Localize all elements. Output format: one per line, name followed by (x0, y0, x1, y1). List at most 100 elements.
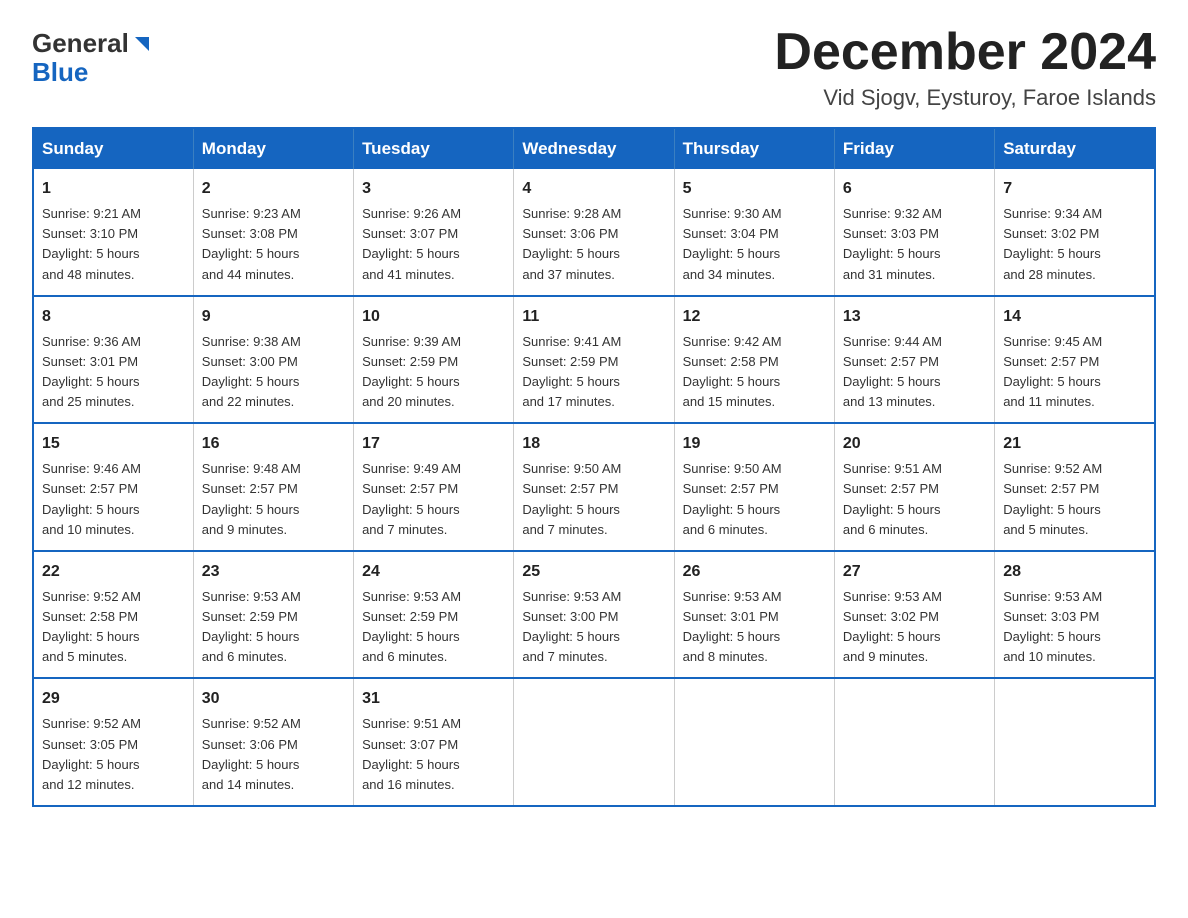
day-info: Sunrise: 9:53 AM Sunset: 3:03 PM Dayligh… (1003, 587, 1146, 668)
day-number: 17 (362, 432, 505, 456)
logo: General Blue (32, 24, 153, 88)
table-row: 17 Sunrise: 9:49 AM Sunset: 2:57 PM Dayli… (354, 423, 514, 551)
table-row: 10 Sunrise: 9:39 AM Sunset: 2:59 PM Dayli… (354, 296, 514, 424)
table-row: 29 Sunrise: 9:52 AM Sunset: 3:05 PM Dayli… (33, 678, 193, 806)
table-row: 22 Sunrise: 9:52 AM Sunset: 2:58 PM Dayli… (33, 551, 193, 679)
day-info: Sunrise: 9:51 AM Sunset: 2:57 PM Dayligh… (843, 459, 986, 540)
table-row: 5Sunrise: 9:30 AM Sunset: 3:04 PM Daylig… (674, 169, 834, 296)
day-number: 5 (683, 177, 826, 201)
day-info: Sunrise: 9:52 AM Sunset: 3:05 PM Dayligh… (42, 714, 185, 795)
col-tuesday: Tuesday (354, 128, 514, 169)
table-row: 31 Sunrise: 9:51 AM Sunset: 3:07 PM Dayli… (354, 678, 514, 806)
calendar-week-row: 8 Sunrise: 9:36 AM Sunset: 3:01 PM Daylig… (33, 296, 1155, 424)
day-number: 4 (522, 177, 665, 201)
table-row: 19 Sunrise: 9:50 AM Sunset: 2:57 PM Dayli… (674, 423, 834, 551)
table-row (995, 678, 1155, 806)
day-number: 9 (202, 305, 345, 329)
day-number: 16 (202, 432, 345, 456)
day-info: Sunrise: 9:53 AM Sunset: 3:00 PM Dayligh… (522, 587, 665, 668)
day-number: 11 (522, 305, 665, 329)
day-number: 22 (42, 560, 185, 584)
day-info: Sunrise: 9:34 AM Sunset: 3:02 PM Dayligh… (1003, 204, 1146, 285)
calendar-week-row: 15 Sunrise: 9:46 AM Sunset: 2:57 PM Dayli… (33, 423, 1155, 551)
day-info: Sunrise: 9:52 AM Sunset: 2:57 PM Dayligh… (1003, 459, 1146, 540)
logo-blue: Blue (32, 57, 88, 88)
day-number: 28 (1003, 560, 1146, 584)
day-info: Sunrise: 9:42 AM Sunset: 2:58 PM Dayligh… (683, 332, 826, 413)
page-header: General Blue December 2024 Vid Sjogv, Ey… (32, 24, 1156, 111)
day-info: Sunrise: 9:41 AM Sunset: 2:59 PM Dayligh… (522, 332, 665, 413)
day-number: 14 (1003, 305, 1146, 329)
table-row (674, 678, 834, 806)
day-info: Sunrise: 9:50 AM Sunset: 2:57 PM Dayligh… (683, 459, 826, 540)
day-number: 25 (522, 560, 665, 584)
day-number: 18 (522, 432, 665, 456)
table-row: 18 Sunrise: 9:50 AM Sunset: 2:57 PM Dayli… (514, 423, 674, 551)
day-number: 8 (42, 305, 185, 329)
day-number: 24 (362, 560, 505, 584)
calendar-body: 1Sunrise: 9:21 AM Sunset: 3:10 PM Daylig… (33, 169, 1155, 806)
day-info: Sunrise: 9:51 AM Sunset: 3:07 PM Dayligh… (362, 714, 505, 795)
day-number: 3 (362, 177, 505, 201)
day-number: 21 (1003, 432, 1146, 456)
day-number: 23 (202, 560, 345, 584)
table-row: 1Sunrise: 9:21 AM Sunset: 3:10 PM Daylig… (33, 169, 193, 296)
day-info: Sunrise: 9:28 AM Sunset: 3:06 PM Dayligh… (522, 204, 665, 285)
day-info: Sunrise: 9:48 AM Sunset: 2:57 PM Dayligh… (202, 459, 345, 540)
day-info: Sunrise: 9:52 AM Sunset: 2:58 PM Dayligh… (42, 587, 185, 668)
col-sunday: Sunday (33, 128, 193, 169)
day-info: Sunrise: 9:26 AM Sunset: 3:07 PM Dayligh… (362, 204, 505, 285)
table-row: 16 Sunrise: 9:48 AM Sunset: 2:57 PM Dayli… (193, 423, 353, 551)
table-row: 13Sunrise: 9:44 AM Sunset: 2:57 PM Dayli… (834, 296, 994, 424)
day-info: Sunrise: 9:53 AM Sunset: 2:59 PM Dayligh… (362, 587, 505, 668)
day-info: Sunrise: 9:49 AM Sunset: 2:57 PM Dayligh… (362, 459, 505, 540)
day-info: Sunrise: 9:36 AM Sunset: 3:01 PM Dayligh… (42, 332, 185, 413)
table-row (514, 678, 674, 806)
day-number: 12 (683, 305, 826, 329)
table-row: 8 Sunrise: 9:36 AM Sunset: 3:01 PM Daylig… (33, 296, 193, 424)
day-number: 27 (843, 560, 986, 584)
day-info: Sunrise: 9:39 AM Sunset: 2:59 PM Dayligh… (362, 332, 505, 413)
col-monday: Monday (193, 128, 353, 169)
day-info: Sunrise: 9:53 AM Sunset: 2:59 PM Dayligh… (202, 587, 345, 668)
day-number: 31 (362, 687, 505, 711)
month-title: December 2024 (774, 24, 1156, 81)
table-row: 3 Sunrise: 9:26 AM Sunset: 3:07 PM Daylig… (354, 169, 514, 296)
day-info: Sunrise: 9:23 AM Sunset: 3:08 PM Dayligh… (202, 204, 345, 285)
table-row: 6 Sunrise: 9:32 AM Sunset: 3:03 PM Daylig… (834, 169, 994, 296)
day-number: 1 (42, 177, 185, 201)
day-number: 19 (683, 432, 826, 456)
table-row: 24 Sunrise: 9:53 AM Sunset: 2:59 PM Dayli… (354, 551, 514, 679)
day-number: 30 (202, 687, 345, 711)
table-row: 2 Sunrise: 9:23 AM Sunset: 3:08 PM Daylig… (193, 169, 353, 296)
day-number: 20 (843, 432, 986, 456)
day-number: 26 (683, 560, 826, 584)
day-number: 29 (42, 687, 185, 711)
col-wednesday: Wednesday (514, 128, 674, 169)
calendar-week-row: 22 Sunrise: 9:52 AM Sunset: 2:58 PM Dayli… (33, 551, 1155, 679)
table-row: 20 Sunrise: 9:51 AM Sunset: 2:57 PM Dayli… (834, 423, 994, 551)
table-row: 21 Sunrise: 9:52 AM Sunset: 2:57 PM Dayli… (995, 423, 1155, 551)
day-info: Sunrise: 9:32 AM Sunset: 3:03 PM Dayligh… (843, 204, 986, 285)
day-info: Sunrise: 9:53 AM Sunset: 3:01 PM Dayligh… (683, 587, 826, 668)
calendar-table: Sunday Monday Tuesday Wednesday Thursday… (32, 127, 1156, 807)
table-row: 23 Sunrise: 9:53 AM Sunset: 2:59 PM Dayli… (193, 551, 353, 679)
col-friday: Friday (834, 128, 994, 169)
table-row: 25 Sunrise: 9:53 AM Sunset: 3:00 PM Dayli… (514, 551, 674, 679)
calendar-week-row: 29 Sunrise: 9:52 AM Sunset: 3:05 PM Dayli… (33, 678, 1155, 806)
day-info: Sunrise: 9:38 AM Sunset: 3:00 PM Dayligh… (202, 332, 345, 413)
table-row (834, 678, 994, 806)
day-info: Sunrise: 9:46 AM Sunset: 2:57 PM Dayligh… (42, 459, 185, 540)
calendar-week-row: 1Sunrise: 9:21 AM Sunset: 3:10 PM Daylig… (33, 169, 1155, 296)
day-number: 2 (202, 177, 345, 201)
day-number: 10 (362, 305, 505, 329)
day-info: Sunrise: 9:50 AM Sunset: 2:57 PM Dayligh… (522, 459, 665, 540)
day-info: Sunrise: 9:45 AM Sunset: 2:57 PM Dayligh… (1003, 332, 1146, 413)
table-row: 7 Sunrise: 9:34 AM Sunset: 3:02 PM Daylig… (995, 169, 1155, 296)
day-number: 6 (843, 177, 986, 201)
table-row: 28 Sunrise: 9:53 AM Sunset: 3:03 PM Dayli… (995, 551, 1155, 679)
table-row: 4 Sunrise: 9:28 AM Sunset: 3:06 PM Daylig… (514, 169, 674, 296)
day-number: 15 (42, 432, 185, 456)
table-row: 9 Sunrise: 9:38 AM Sunset: 3:00 PM Daylig… (193, 296, 353, 424)
day-number: 7 (1003, 177, 1146, 201)
